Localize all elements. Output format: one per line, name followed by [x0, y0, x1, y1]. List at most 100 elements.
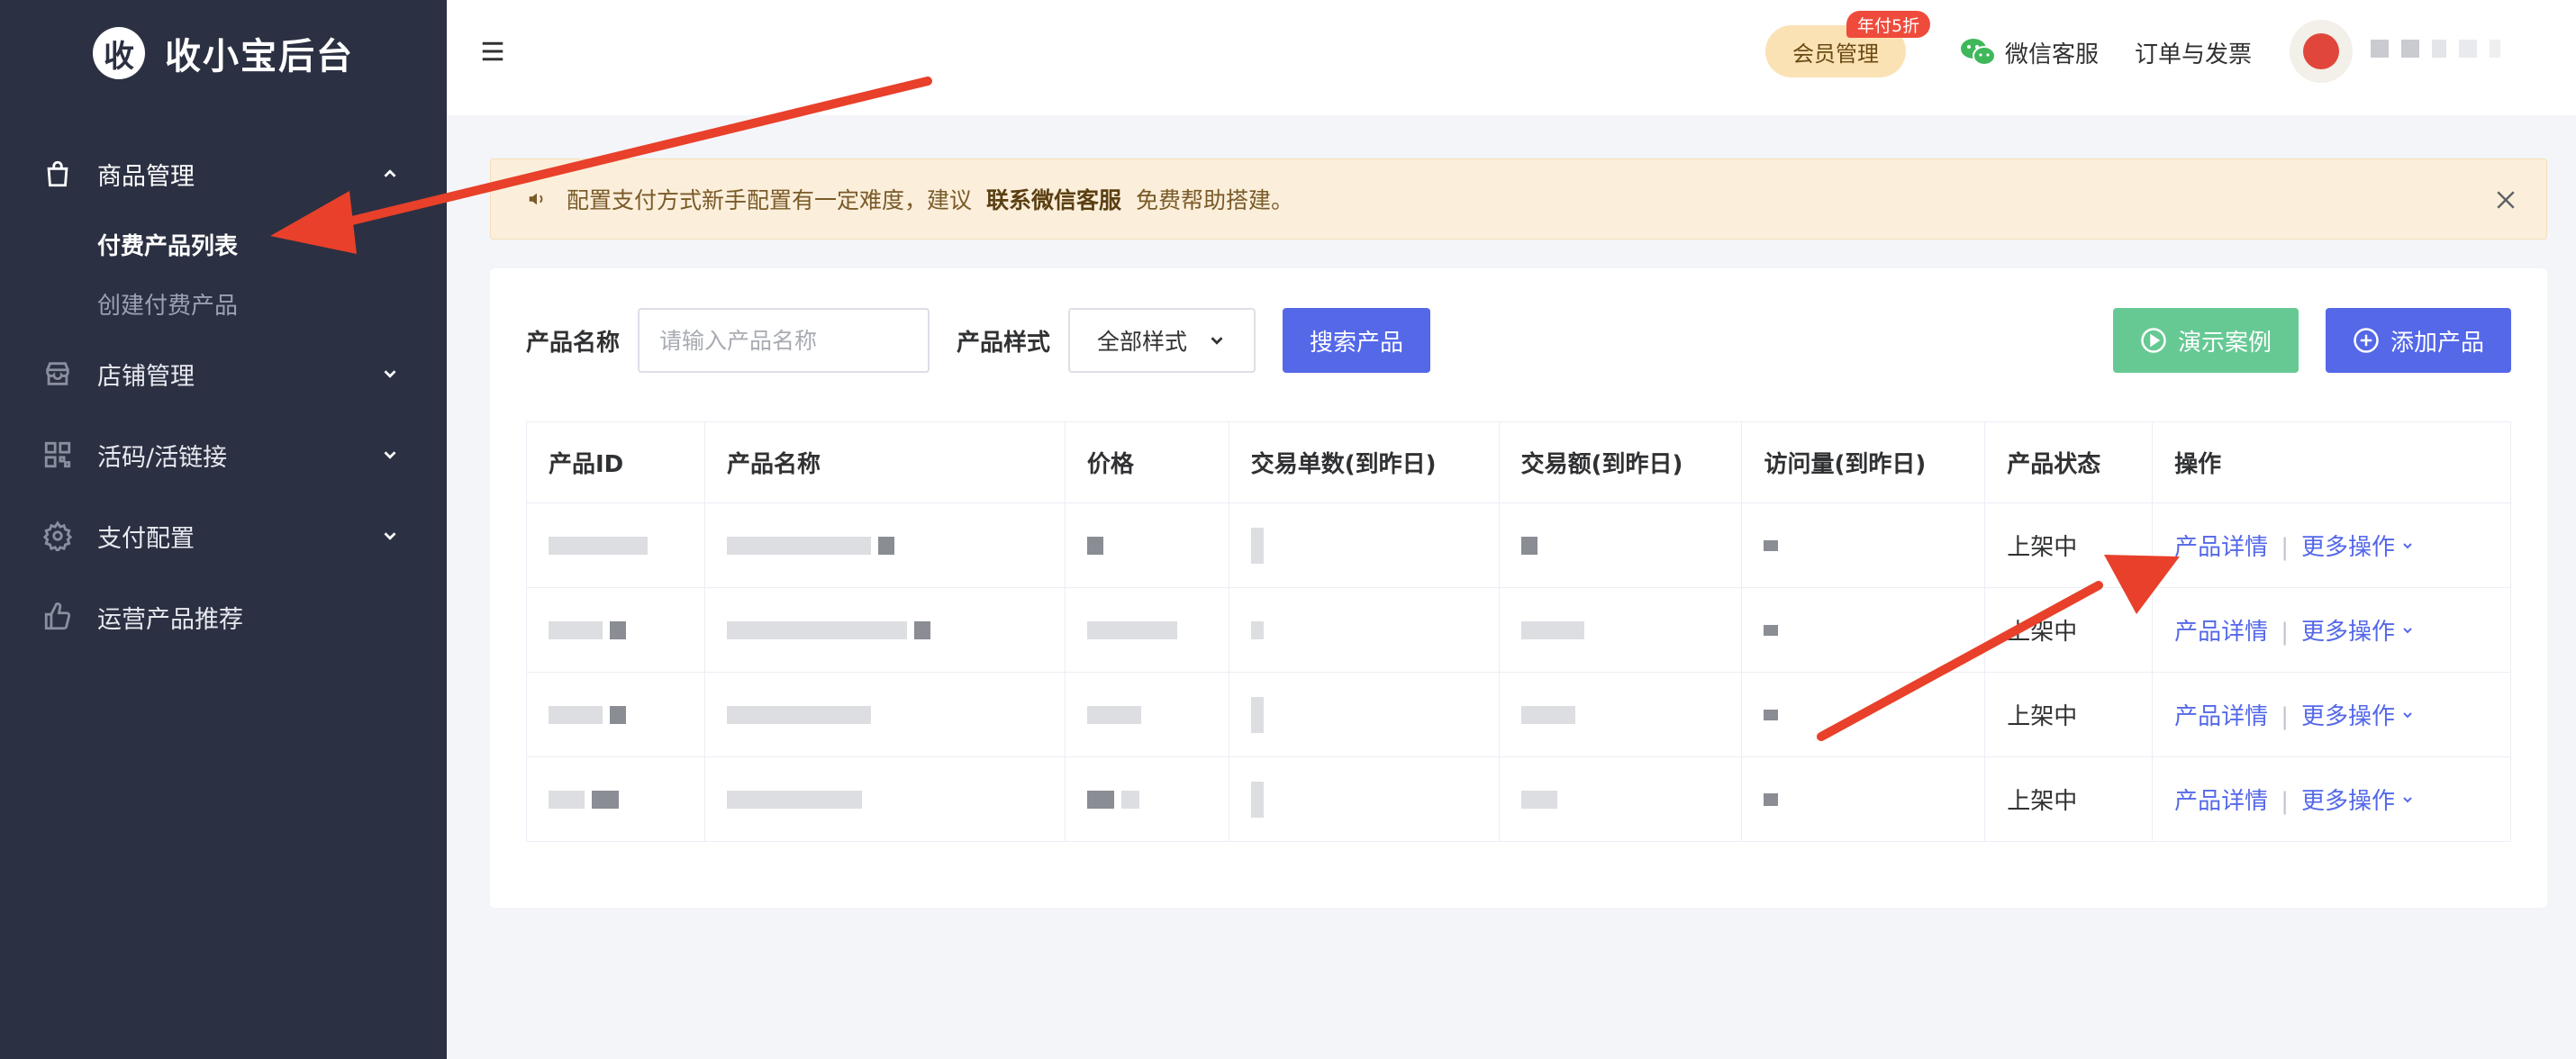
more-actions-dropdown[interactable]: 更多操作	[2301, 529, 2415, 562]
filter-bar: 产品名称 产品样式 全部样式 搜索产品	[526, 308, 1431, 373]
sidebar-item-store-management[interactable]: 店铺管理	[0, 333, 447, 414]
separator: |	[2281, 703, 2289, 730]
vip-discount-badge: 年付5折	[1846, 11, 1931, 38]
product-style-select[interactable]: 全部样式	[1068, 308, 1256, 373]
wechat-service-link[interactable]: 微信客服	[1960, 32, 2099, 72]
plus-circle-icon	[2354, 328, 2379, 353]
search-product-button[interactable]: 搜索产品	[1283, 308, 1431, 373]
sidebar-item-operation-recommend[interactable]: 运营产品推荐	[0, 576, 447, 657]
product-style-label: 产品样式	[957, 329, 1051, 357]
wechat-icon	[1961, 39, 1996, 66]
add-product-button[interactable]: 添加产品	[2325, 308, 2511, 373]
status-badge: 上架中	[1984, 672, 2154, 757]
more-actions-dropdown[interactable]: 更多操作	[2301, 783, 2415, 816]
chevron-down-icon	[384, 451, 396, 459]
close-icon[interactable]	[2492, 186, 2519, 213]
bag-icon	[41, 158, 74, 190]
sidebar-item-label: 店铺管理	[97, 362, 195, 391]
col-header-order-count: 交易单数(到昨日)	[1228, 421, 1500, 503]
sidebar-item-label: 活码/活链接	[97, 443, 228, 472]
cell-visits-redacted	[1741, 502, 1986, 588]
cell-revenue-redacted	[1498, 502, 1743, 588]
sidebar-item-live-code[interactable]: 活码/活链接	[0, 414, 447, 495]
sidebar-item-label: 支付配置	[97, 524, 195, 553]
chevron-down-icon	[1211, 337, 1223, 345]
qrcode-icon	[41, 439, 74, 471]
col-header-actions: 操作	[2152, 421, 2511, 503]
chevron-down-icon	[2403, 796, 2412, 802]
cell-revenue-redacted	[1498, 672, 1743, 757]
wechat-service-label: 微信客服	[2005, 41, 2100, 68]
sidebar-item-payment-config[interactable]: 支付配置	[0, 495, 447, 576]
demo-case-button[interactable]: 演示案例	[2112, 308, 2299, 373]
separator: |	[2281, 619, 2289, 646]
cell-product-id-redacted	[526, 587, 705, 673]
product-detail-link[interactable]: 产品详情	[2174, 534, 2268, 561]
row-actions: 产品详情 | 更多操作	[2152, 672, 2511, 757]
cell-price-redacted	[1064, 502, 1229, 588]
notice-text-after: 免费帮助搭建。	[1136, 187, 1294, 213]
brand-title: 收小宝后台	[165, 36, 354, 77]
chevron-up-icon	[384, 169, 396, 177]
sidebar-item-label: 运营产品推荐	[97, 605, 243, 634]
product-list-card: 产品名称 产品样式 全部样式 搜索产品 演示案例 添加产品 产品ID 产品名称 …	[490, 268, 2547, 908]
table-header-row: 产品ID 产品名称 价格 交易单数(到昨日) 交易额(到昨日) 访问量(到昨日)…	[526, 421, 2511, 503]
cell-order-count-redacted	[1228, 756, 1500, 842]
col-header-product-name: 产品名称	[703, 421, 1066, 503]
hamburger-menu-icon[interactable]	[479, 38, 506, 65]
chevron-down-icon	[2403, 627, 2412, 633]
sidebar-menu: 商品管理 付费产品列表 创建付费产品 店铺管理 活码/活链接 支付配置 运营产品…	[0, 133, 447, 657]
more-actions-dropdown[interactable]: 更多操作	[2301, 698, 2415, 731]
cell-price-redacted	[1064, 587, 1229, 673]
contact-wechat-link[interactable]: 联系微信客服	[986, 183, 1121, 215]
cell-price-redacted	[1064, 756, 1229, 842]
cell-order-count-redacted	[1228, 672, 1500, 757]
top-header: 会员管理 年付5折 微信客服 订单与发票	[447, 0, 2576, 115]
setup-notice-banner: 配置支付方式新手配置有一定难度，建议 联系微信客服 免费帮助搭建。	[490, 158, 2547, 240]
status-badge: 上架中	[1984, 756, 2154, 842]
orders-invoices-link[interactable]: 订单与发票	[2135, 32, 2252, 72]
col-header-revenue: 交易额(到昨日)	[1498, 421, 1743, 503]
store-icon	[41, 358, 74, 390]
add-product-label: 添加产品	[2390, 329, 2484, 357]
avatar[interactable]	[2290, 20, 2353, 83]
cell-revenue-redacted	[1498, 756, 1743, 842]
col-header-visits: 访问量(到昨日)	[1741, 421, 1986, 503]
table-row: 上架中 产品详情 | 更多操作	[526, 502, 2511, 588]
brand[interactable]: 收 收小宝后台	[0, 0, 447, 106]
sidebar-subitem-paid-product-list[interactable]: 付费产品列表	[0, 214, 447, 274]
product-name-label: 产品名称	[526, 329, 621, 357]
cell-product-id-redacted	[526, 672, 705, 757]
status-badge: 上架中	[1984, 502, 2154, 588]
more-actions-dropdown[interactable]: 更多操作	[2301, 613, 2415, 647]
username-redacted[interactable]	[2371, 40, 2500, 58]
gear-icon	[41, 520, 74, 552]
col-header-status: 产品状态	[1984, 421, 2154, 503]
product-name-input[interactable]	[638, 308, 930, 373]
notice-text-before: 配置支付方式新手配置有一定难度，建议	[567, 187, 973, 213]
product-detail-link[interactable]: 产品详情	[2174, 619, 2268, 646]
cell-price-redacted	[1064, 672, 1229, 757]
cell-order-count-redacted	[1228, 502, 1500, 588]
action-buttons: 演示案例 添加产品	[2112, 308, 2511, 373]
product-detail-link[interactable]: 产品详情	[2174, 703, 2268, 730]
separator: |	[2281, 534, 2289, 561]
sidebar-item-product-management[interactable]: 商品管理	[0, 133, 447, 214]
product-table: 产品ID 产品名称 价格 交易单数(到昨日) 交易额(到昨日) 访问量(到昨日)…	[526, 421, 2511, 842]
cell-order-count-redacted	[1228, 587, 1500, 673]
product-detail-link[interactable]: 产品详情	[2174, 788, 2268, 815]
brand-logo: 收	[93, 27, 145, 79]
cell-product-name-redacted	[703, 756, 1066, 842]
row-actions: 产品详情 | 更多操作	[2152, 587, 2511, 673]
status-badge: 上架中	[1984, 587, 2154, 673]
table-row: 上架中 产品详情 | 更多操作	[526, 587, 2511, 673]
cell-product-name-redacted	[703, 502, 1066, 588]
cell-product-id-redacted	[526, 502, 705, 588]
more-actions-label: 更多操作	[2300, 534, 2395, 561]
cell-visits-redacted	[1741, 587, 1986, 673]
sidebar-subitem-create-paid-product[interactable]: 创建付费产品	[0, 274, 447, 333]
sidebar: 收 收小宝后台 商品管理 付费产品列表 创建付费产品 店铺管理 活码/活链接 支…	[0, 0, 447, 1059]
chevron-down-icon	[384, 370, 396, 378]
table-row: 上架中 产品详情 | 更多操作	[526, 756, 2511, 842]
sidebar-item-label: 商品管理	[97, 162, 195, 191]
